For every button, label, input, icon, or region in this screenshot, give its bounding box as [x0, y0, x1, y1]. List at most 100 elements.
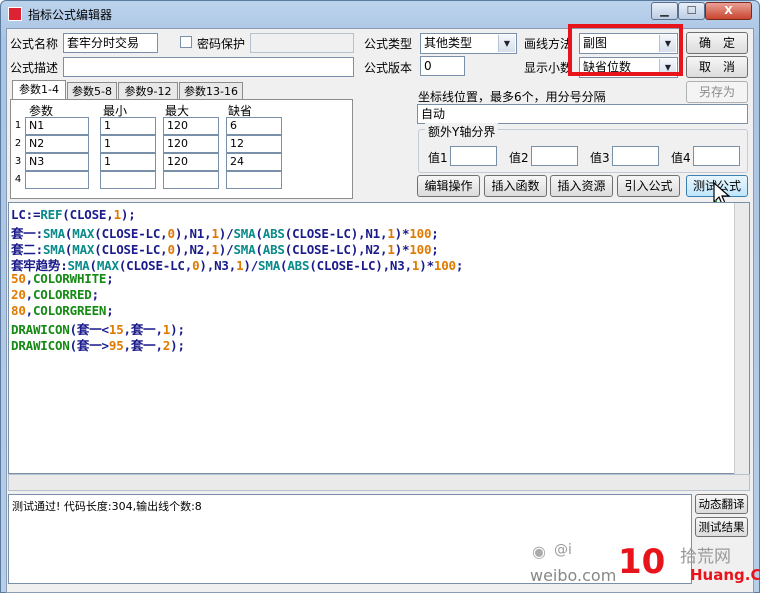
code-token: 20 — [11, 287, 26, 302]
code-token: 95 — [108, 338, 124, 353]
window-title: 指标公式编辑器 — [28, 8, 113, 22]
param-max-cell[interactable] — [163, 171, 219, 189]
tab-params-9-12[interactable]: 参数9-12 — [118, 82, 178, 100]
param-min-cell[interactable] — [100, 171, 156, 189]
param-default-cell[interactable]: 6 — [226, 117, 282, 135]
y-value-2-input[interactable] — [531, 146, 578, 166]
y-value-3-label: 值3 — [590, 151, 610, 165]
param-name-cell[interactable]: N1 — [25, 117, 89, 135]
param-default-cell[interactable]: 24 — [226, 153, 282, 171]
code-token: 100 — [433, 258, 456, 273]
dynamic-translate-button[interactable]: 动态翻译 — [695, 494, 748, 514]
formula-version-label: 公式版本 — [364, 61, 413, 75]
y-value-1-input[interactable] — [450, 146, 497, 166]
code-line: 20,COLORRED; — [11, 287, 99, 302]
code-token: , — [25, 287, 34, 302]
ok-button[interactable]: 确 定 — [686, 32, 748, 54]
formula-type-select[interactable]: 其他类型 ▼ — [420, 33, 517, 54]
app-icon — [8, 7, 22, 21]
test-result-button[interactable]: 测试结果 — [695, 517, 748, 537]
code-token: 1 — [113, 207, 122, 222]
watermark-handle: @i — [554, 542, 572, 558]
formula-type-label: 公式类型 — [364, 37, 413, 51]
param-default-cell[interactable] — [226, 171, 282, 189]
param-min-cell[interactable]: 1 — [100, 117, 156, 135]
code-line: 50,COLORWHITE; — [11, 271, 114, 286]
import-formula-button[interactable]: 引入公式 — [617, 175, 680, 197]
code-token: ),N3, — [199, 258, 237, 273]
code-token: , — [106, 207, 114, 222]
watermark: ◉ @i weibo.com 10 拾荒网 Huang.CN — [530, 538, 760, 590]
param-max-cell[interactable]: 120 — [163, 135, 219, 153]
param-row-num: 3 — [14, 156, 22, 167]
watermark-number: 10 — [618, 542, 666, 582]
code-editor[interactable]: LC:=REF(CLOSE,1); 套一:SMA(MAX(CLOSE-LC,0),… — [8, 202, 750, 474]
formula-desc-input[interactable] — [63, 57, 354, 77]
save-as-button[interactable]: 另存为 — [686, 81, 748, 103]
close-button[interactable]: X — [705, 2, 752, 20]
param-min-cell[interactable]: 1 — [100, 135, 156, 153]
draw-method-label: 画线方法 — [524, 37, 573, 51]
code-line: 80,COLORGREEN; — [11, 303, 114, 318]
param-name-cell[interactable] — [25, 171, 89, 189]
watermark-site-name: 拾荒网 — [680, 547, 731, 567]
chevron-down-icon: ▼ — [498, 35, 515, 52]
param-name-cell[interactable]: N3 — [25, 153, 89, 171]
param-row-num: 4 — [14, 174, 22, 185]
extra-y-axis-label: 额外Y轴分界 — [425, 123, 499, 140]
weibo-logo-icon: ◉ — [532, 542, 546, 561]
code-token: ( — [309, 258, 317, 273]
code-token: LC:= — [11, 207, 41, 222]
formula-name-input[interactable]: 套牢分时交易 — [63, 33, 158, 53]
code-token: , — [25, 271, 34, 286]
formula-version-input[interactable]: 0 — [420, 56, 465, 76]
code-line: DRAWICON(套一>95,套一,2); — [11, 335, 185, 354]
axis-position-label: 坐标线位置，最多6个，用分号分隔 — [418, 90, 606, 104]
code-token: ; — [455, 258, 464, 273]
insert-function-button[interactable]: 插入函数 — [484, 175, 547, 197]
code-token: ),N3, — [375, 258, 412, 273]
param-min-cell[interactable]: 1 — [100, 153, 156, 171]
code-token: ); — [120, 207, 136, 222]
insert-resource-button[interactable]: 插入资源 — [550, 175, 613, 197]
highlight-box — [568, 24, 683, 76]
code-line: LC:=REF(CLOSE,1); — [11, 207, 136, 222]
param-default-cell[interactable]: 12 — [226, 135, 282, 153]
param-row-num: 2 — [14, 138, 22, 149]
code-token: COLORRED — [32, 287, 92, 302]
y-value-3-input[interactable] — [612, 146, 659, 166]
code-token: ( — [62, 207, 70, 222]
tab-params-5-8[interactable]: 参数5-8 — [67, 82, 117, 100]
edit-ops-button[interactable]: 编辑操作 — [417, 175, 480, 197]
formula-desc-label: 公式描述 — [10, 61, 59, 75]
code-token: COLORGREEN — [32, 303, 107, 318]
code-token: CLOSE — [69, 207, 107, 222]
code-token: ); — [170, 338, 185, 353]
code-token: , — [25, 303, 34, 318]
axis-position-input[interactable]: 自动 — [417, 104, 748, 124]
y-value-4-label: 值4 — [671, 151, 691, 165]
horizontal-scrollbar[interactable] — [8, 474, 750, 491]
y-value-2-label: 值2 — [509, 151, 529, 165]
y-value-4-input[interactable] — [693, 146, 740, 166]
watermark-weibo: weibo.com — [530, 566, 617, 585]
formula-name-label: 公式名称 — [10, 37, 59, 51]
password-input — [250, 33, 354, 53]
maximize-button[interactable]: ☐ — [678, 2, 705, 20]
password-protect-label: 密码保护 — [197, 37, 246, 51]
minimize-button[interactable]: ▁ — [651, 2, 678, 20]
code-token: ; — [106, 271, 114, 286]
code-token: ; — [91, 287, 100, 302]
tab-params-1-4[interactable]: 参数1-4 — [12, 80, 66, 100]
tab-params-13-16[interactable]: 参数13-16 — [179, 82, 243, 100]
password-protect-checkbox[interactable] — [180, 36, 192, 48]
code-token: )/ — [243, 258, 259, 273]
code-token: DRAWICON — [11, 338, 70, 353]
watermark-domain: Huang.CN — [690, 566, 760, 584]
cancel-button[interactable]: 取 消 — [686, 56, 748, 78]
param-max-cell[interactable]: 120 — [163, 117, 219, 135]
code-token: ; — [106, 303, 114, 318]
param-max-cell[interactable]: 120 — [163, 153, 219, 171]
param-name-cell[interactable]: N2 — [25, 135, 89, 153]
vertical-scrollbar[interactable] — [734, 203, 749, 474]
